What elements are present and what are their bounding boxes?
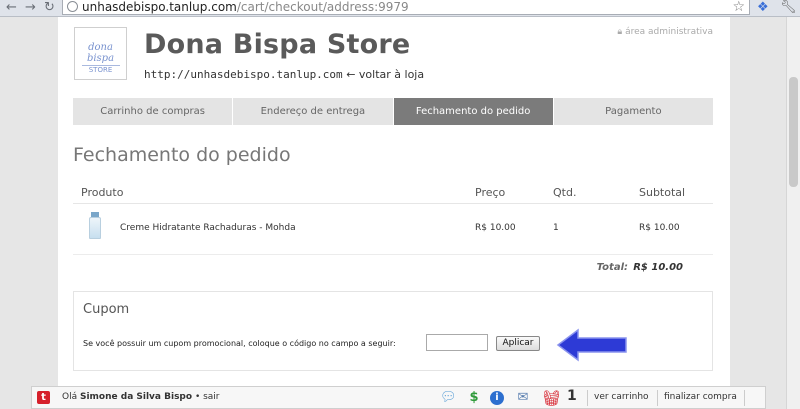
checkout-steps: Carrinho de compras Endereço de entrega …	[73, 98, 713, 125]
address-bar[interactable]: unhasdebispo.tanlup.com/cart/checkout/ad…	[62, 0, 750, 15]
user-name: Simone da Silva Bispo	[79, 392, 193, 402]
product-price: R$ 10.00	[475, 223, 516, 233]
header-product: Produto	[81, 186, 124, 199]
view-cart-link[interactable]: ver carrinho	[594, 392, 649, 402]
tab-delivery-address[interactable]: Endereço de entrega	[233, 98, 394, 125]
table-row: Creme Hidratante Rachaduras - Mohda R$ 1…	[73, 204, 713, 255]
user-greeting: Olá Simone da Silva Bispo • sair	[62, 392, 220, 402]
url-path: /cart/checkout/address:9979	[236, 0, 409, 14]
store-url[interactable]: http://unhasdebispo.tanlup.com	[144, 68, 343, 81]
cart-count: 1	[567, 388, 577, 404]
divider	[587, 390, 588, 406]
lock-icon: 🔒︎	[617, 27, 623, 37]
header-qty: Qtd.	[553, 186, 577, 199]
table-header: Produto Preço Qtd. Subtotal	[73, 181, 713, 204]
logout-link[interactable]: • sair	[195, 392, 220, 402]
greeting-prefix: Olá	[62, 392, 78, 402]
browser-toolbar: ← → ↻ unhasdebispo.tanlup.com/cart/check…	[0, 0, 800, 17]
store-logo[interactable]: dona bispa STORE	[74, 27, 127, 80]
divider	[744, 390, 745, 406]
store-link[interactable]: http://unhasdebispo.tanlup.com ← voltar …	[144, 68, 424, 81]
reload-icon[interactable]: ↻	[44, 0, 55, 15]
divider	[657, 390, 658, 406]
globe-icon	[67, 1, 78, 12]
scrollbar-thumb[interactable]	[789, 77, 798, 187]
bookmark-star-icon[interactable]: ☆	[732, 0, 745, 15]
header-price: Preço	[475, 186, 506, 199]
checkout-link[interactable]: finalizar compra	[664, 392, 737, 402]
total-value: R$ 10.00	[633, 262, 683, 273]
page-scrollbar[interactable]	[786, 17, 800, 409]
product-subtotal: R$ 10.00	[639, 223, 680, 233]
tab-order-closing[interactable]: Fechamento do pedido	[393, 98, 554, 125]
logo-text-bottom: STORE	[81, 65, 120, 75]
tab-payment[interactable]: Pagamento	[554, 98, 713, 125]
coupon-input[interactable]	[426, 334, 488, 351]
info-icon[interactable]: i	[490, 391, 504, 405]
apply-coupon-button[interactable]: Aplicar	[496, 336, 540, 351]
left-arrow-icon	[556, 328, 627, 362]
address-text[interactable]: unhasdebispo.tanlup.com/cart/checkout/ad…	[82, 0, 409, 14]
page-title: Fechamento do pedido	[73, 144, 291, 166]
user-bar: t Olá Simone da Silva Bispo • sair 💬︎ $ …	[31, 386, 766, 409]
admin-link[interactable]: 🔒︎ área administrativa	[617, 27, 713, 37]
url-host: unhasdebispo.tanlup.com	[82, 0, 237, 14]
back-arrow-icon[interactable]: ←	[6, 0, 17, 15]
admin-link-label: área administrativa	[625, 27, 713, 37]
tab-cart[interactable]: Carrinho de compras	[73, 98, 234, 125]
wrench-icon[interactable]: 🔧︎	[780, 0, 797, 15]
product-qty: 1	[553, 223, 559, 233]
chat-icon[interactable]: 💬︎	[440, 390, 457, 406]
product-name[interactable]: Creme Hidratante Rachaduras - Mohda	[120, 223, 296, 233]
checkout-page: dona bispa STORE Dona Bispa Store http:/…	[58, 17, 730, 409]
tanlup-logo-icon[interactable]: t	[37, 391, 50, 404]
forward-arrow-icon[interactable]: →	[25, 0, 36, 15]
coupon-instructions: Se você possuir um cupom promocional, co…	[83, 339, 396, 348]
product-image[interactable]	[89, 212, 101, 240]
logo-text-top: dona bispa	[86, 42, 115, 64]
total-label: Total:	[596, 262, 628, 273]
money-icon[interactable]: $	[466, 390, 482, 406]
extension-icon[interactable]: ❖	[757, 0, 769, 15]
order-total: Total: R$ 10.00	[73, 262, 713, 276]
coupon-title: Cupom	[83, 302, 130, 317]
mail-icon[interactable]: ✉︎	[515, 390, 531, 406]
header-subtotal: Subtotal	[639, 186, 686, 199]
basket-icon[interactable]: 🧺︎	[542, 390, 561, 406]
back-to-store-link[interactable]: ← voltar à loja	[346, 68, 424, 81]
store-name: Dona Bispa Store	[144, 29, 411, 60]
